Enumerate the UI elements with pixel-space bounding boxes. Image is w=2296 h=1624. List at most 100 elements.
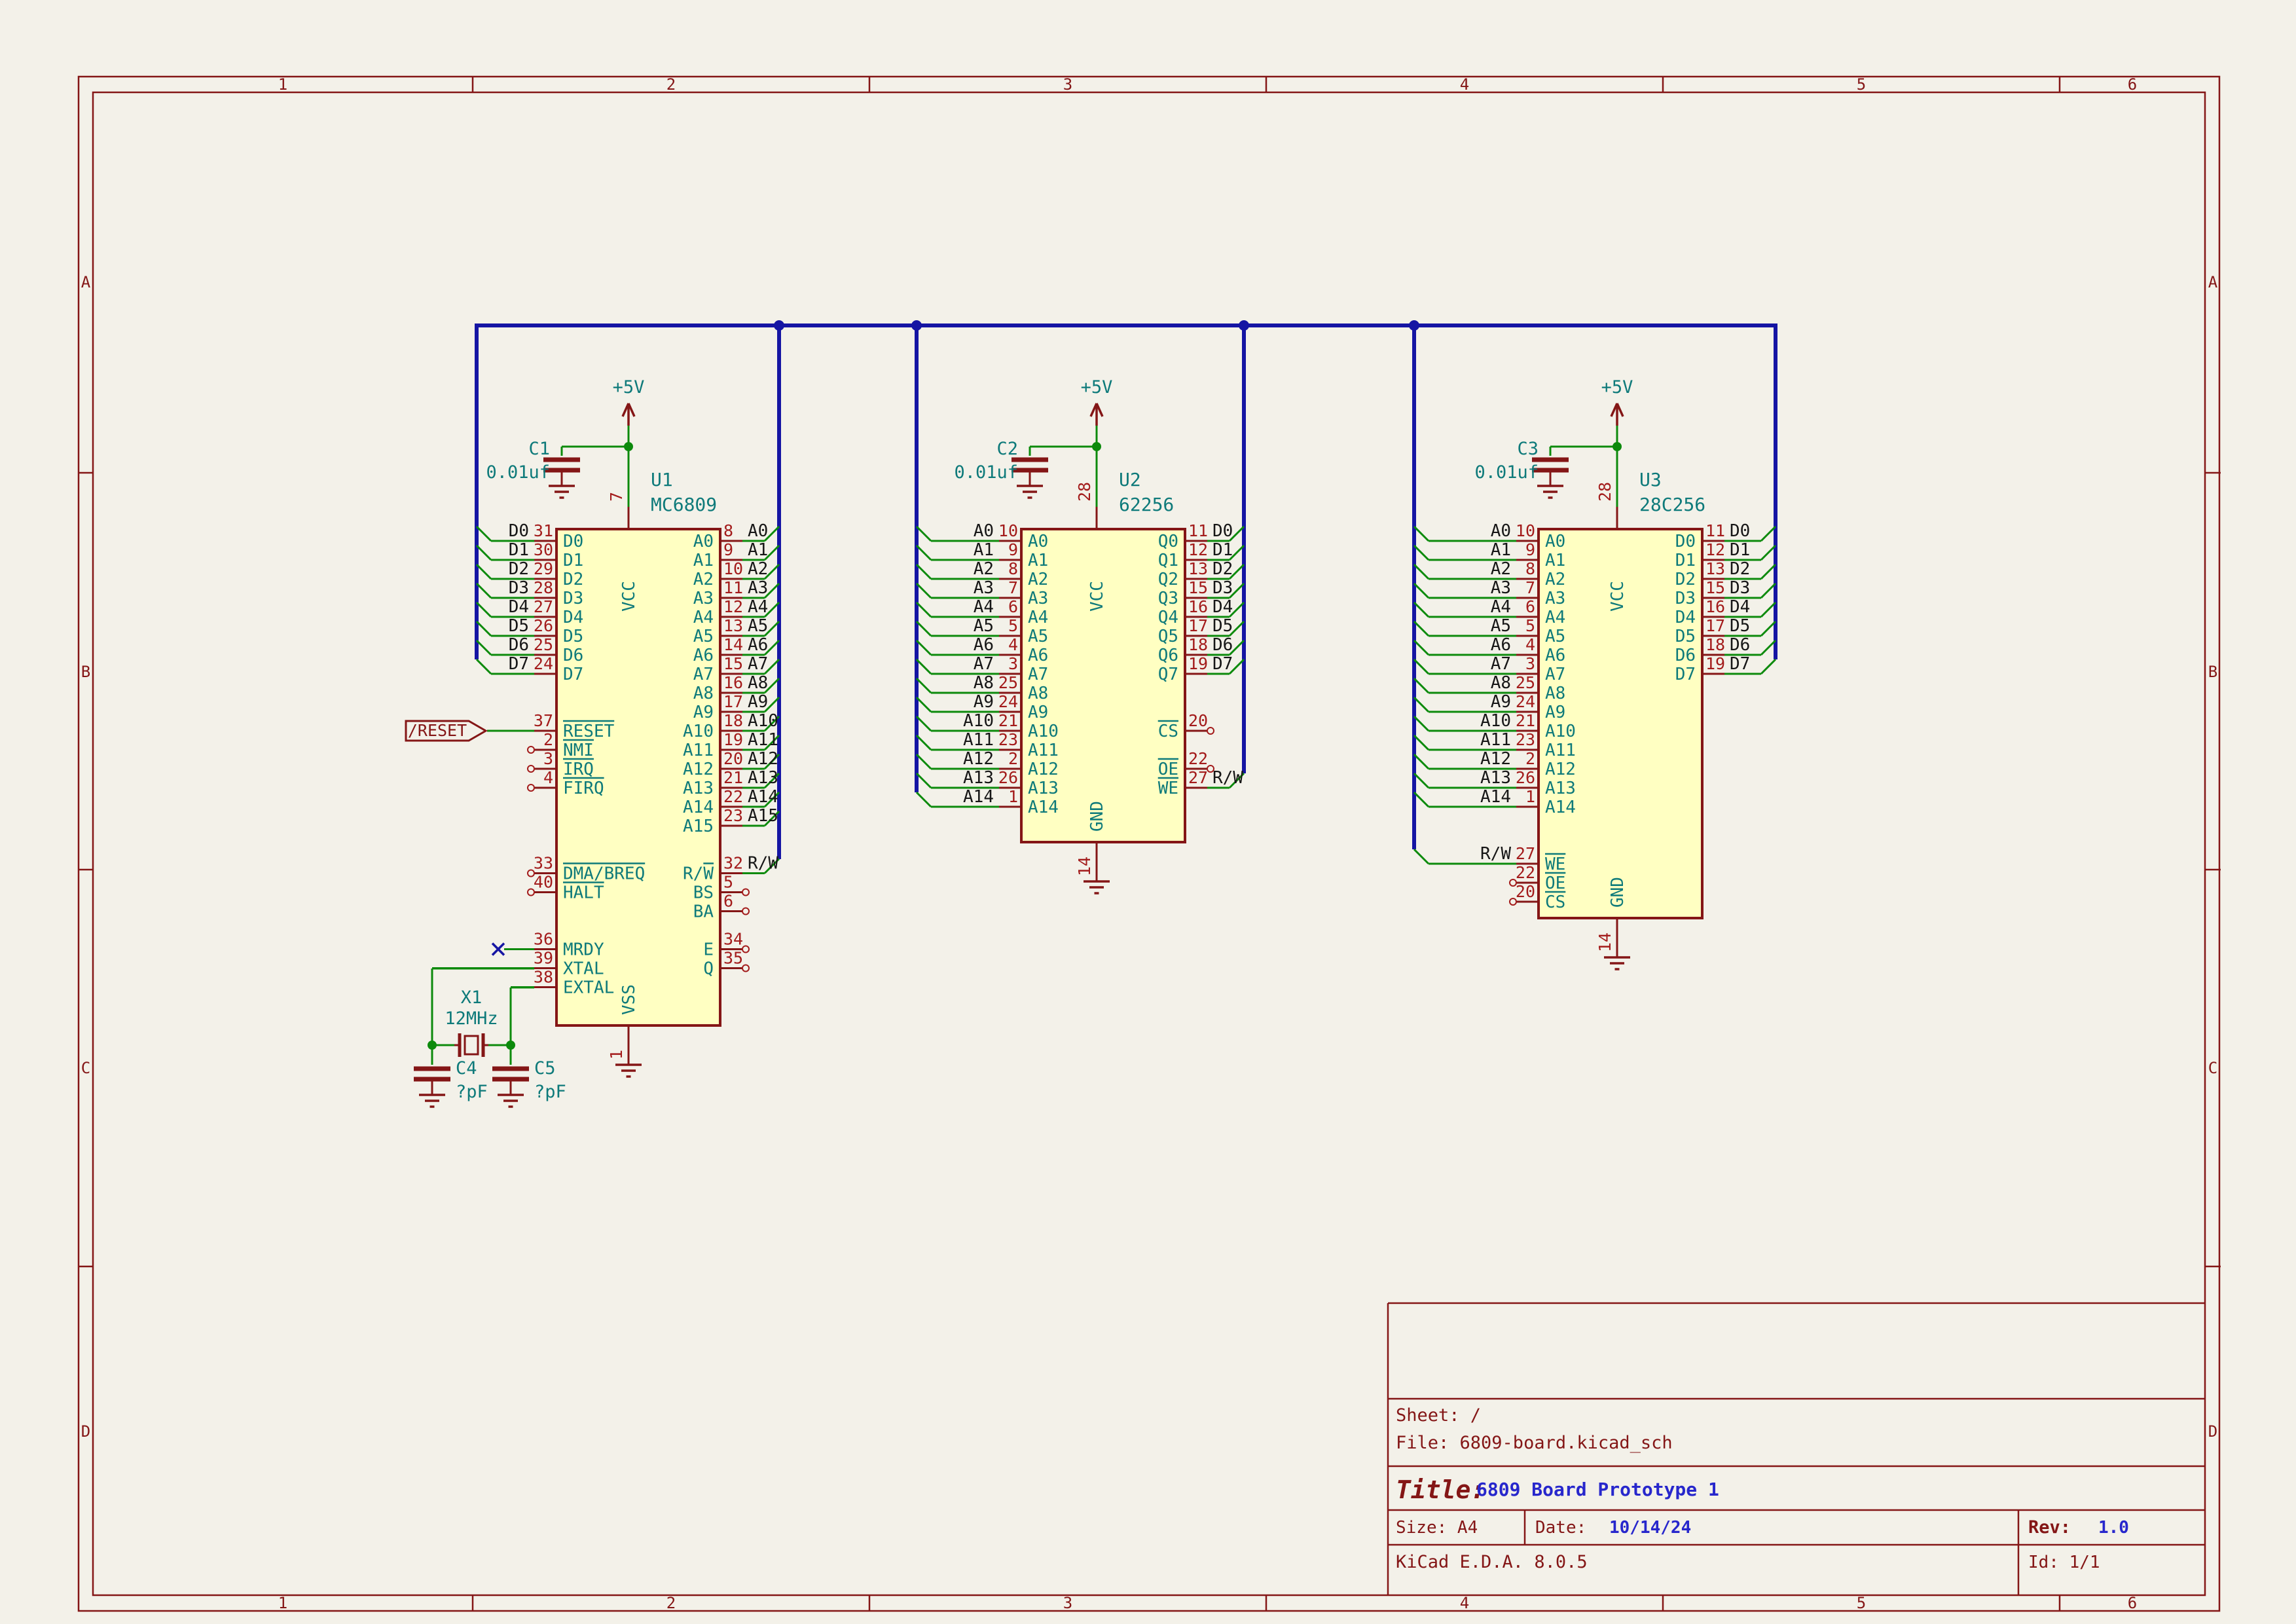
pin-name[interactable]: VCC	[1087, 581, 1107, 612]
net-label[interactable]: D5	[1212, 616, 1233, 636]
bus-entry[interactable]	[1414, 545, 1429, 560]
net-label[interactable]: A2	[748, 559, 768, 579]
pin-name[interactable]: D5	[1675, 627, 1696, 646]
pin-name[interactable]: MRDY	[563, 940, 604, 960]
pin-name[interactable]: HALT	[563, 883, 604, 903]
pin-name[interactable]: A12	[1545, 760, 1576, 779]
net-label[interactable]: A13	[963, 768, 994, 788]
pin-number[interactable]: 32	[723, 854, 743, 873]
pin-name[interactable]: A2	[1028, 570, 1048, 589]
pin-number[interactable]: 24	[534, 654, 553, 673]
bus-entry[interactable]	[1761, 583, 1776, 598]
pin-name[interactable]: D6	[563, 646, 583, 665]
pin-name[interactable]: A1	[1545, 551, 1565, 570]
ground-symbol[interactable]	[419, 1091, 445, 1107]
net-label[interactable]: D7	[509, 654, 529, 674]
net-label[interactable]: A14	[963, 787, 994, 807]
pin-name[interactable]: A11	[1545, 741, 1576, 760]
bus-entry[interactable]	[1761, 564, 1776, 579]
titleblock-title-value[interactable]: 6809 Board Prototype 1	[1476, 1479, 1719, 1500]
net-label[interactable]: A9	[748, 692, 768, 712]
net-label[interactable]: A3	[974, 578, 994, 598]
pin-name[interactable]: DMA/BREQ	[563, 864, 645, 884]
pin-name[interactable]: A6	[1545, 646, 1565, 665]
pin-name[interactable]: Q3	[1158, 589, 1178, 608]
ic-value[interactable]: 62256	[1119, 494, 1174, 515]
net-label[interactable]: R/W	[748, 854, 778, 874]
bus-entry[interactable]	[917, 659, 931, 674]
net-label[interactable]: A1	[1491, 540, 1511, 560]
pin-name[interactable]: BS	[693, 883, 714, 903]
net-label[interactable]: D5	[1730, 616, 1750, 636]
pin-name[interactable]: IRQ	[563, 760, 594, 779]
pin-number[interactable]: 20	[723, 749, 743, 768]
ic-u1[interactable]: U1MC680931D0D030D1D129D2D228D3D327D4D426…	[432, 469, 779, 1077]
pin-name[interactable]: R/W	[683, 864, 714, 884]
crystal-reference[interactable]: X1	[461, 987, 483, 1008]
pin-number[interactable]: 30	[534, 540, 553, 559]
pin-name[interactable]: D0	[1675, 532, 1696, 551]
net-label[interactable]: D0	[509, 521, 529, 541]
net-label[interactable]: D4	[1730, 597, 1750, 617]
net-label[interactable]: A10	[748, 711, 778, 731]
pin-number[interactable]: 27	[534, 597, 553, 616]
bus-entry[interactable]	[917, 754, 931, 769]
pin-number[interactable]: 25	[1516, 673, 1535, 692]
crystal-value[interactable]: 12MHz	[445, 1008, 498, 1029]
net-label[interactable]: D2	[1212, 559, 1233, 579]
ground-symbol[interactable]	[1084, 877, 1110, 893]
pin-number[interactable]: 4	[1525, 635, 1535, 654]
net-label[interactable]: D1	[1730, 540, 1750, 560]
pin-name[interactable]: A12	[1028, 760, 1059, 779]
pin-name[interactable]: D1	[563, 551, 583, 570]
net-label[interactable]: A4	[974, 597, 994, 617]
net-label[interactable]: A11	[748, 730, 778, 750]
pin-number[interactable]: 2	[1525, 749, 1535, 768]
pin-name[interactable]: Q7	[1158, 665, 1178, 684]
bus-entry[interactable]	[1414, 640, 1429, 655]
pin-name[interactable]: XTAL	[563, 959, 604, 979]
bus-entry[interactable]	[917, 716, 931, 731]
net-label[interactable]: A1	[974, 540, 994, 560]
bus-entry[interactable]	[1414, 659, 1429, 674]
net-label[interactable]: D0	[1730, 521, 1750, 541]
pin-number[interactable]: 11	[1705, 521, 1725, 540]
titleblock-date-value[interactable]: 10/14/24	[1609, 1518, 1691, 1538]
bus-entry[interactable]	[477, 602, 491, 617]
pin-number[interactable]: 18	[1188, 635, 1208, 654]
pin-name[interactable]: A4	[1545, 608, 1565, 627]
capacitor-reference[interactable]: C4	[456, 1058, 477, 1079]
bus-entry[interactable]	[1414, 564, 1429, 579]
pin-name[interactable]: A7	[1028, 665, 1048, 684]
pin-number[interactable]: 19	[1705, 654, 1725, 673]
pin-name[interactable]: D4	[563, 608, 583, 627]
pin-name[interactable]: A13	[683, 779, 714, 798]
net-label[interactable]: A15	[748, 806, 778, 826]
pin-name[interactable]: Q1	[1158, 551, 1178, 570]
pin-name[interactable]: A8	[693, 684, 714, 703]
pin-name[interactable]: EXTAL	[563, 978, 614, 998]
net-label[interactable]: R/W	[1480, 844, 1511, 864]
pin-name[interactable]: A11	[1028, 741, 1059, 760]
pin-number[interactable]: 27	[1516, 844, 1535, 863]
bus-entry[interactable]	[477, 640, 491, 655]
ic-u2[interactable]: U26225610A0A09A1A18A2A27A3A36A4A45A5A54A…	[917, 469, 1244, 893]
pin-name[interactable]: D6	[1675, 646, 1696, 665]
pin-name[interactable]: E	[703, 940, 714, 960]
pin-name[interactable]: D1	[1675, 551, 1696, 570]
net-label[interactable]: D6	[509, 635, 529, 655]
pin-name[interactable]: A4	[693, 608, 714, 627]
pin-number[interactable]: 19	[723, 730, 743, 749]
net-label[interactable]: A7	[974, 654, 994, 674]
capacitor-reference[interactable]: C2	[996, 439, 1018, 459]
ground-symbol[interactable]	[1017, 482, 1043, 498]
pin-number[interactable]: 28	[534, 578, 553, 597]
pin-name[interactable]: A12	[683, 760, 714, 779]
net-label[interactable]: D1	[1212, 540, 1233, 560]
pin-name[interactable]: D2	[1675, 570, 1696, 589]
bus-entry[interactable]	[1414, 583, 1429, 598]
pin-name[interactable]: D7	[563, 665, 583, 684]
net-label[interactable]: A5	[974, 616, 994, 636]
bus-entry[interactable]	[477, 583, 491, 598]
pin-name[interactable]: GND	[1608, 877, 1628, 908]
